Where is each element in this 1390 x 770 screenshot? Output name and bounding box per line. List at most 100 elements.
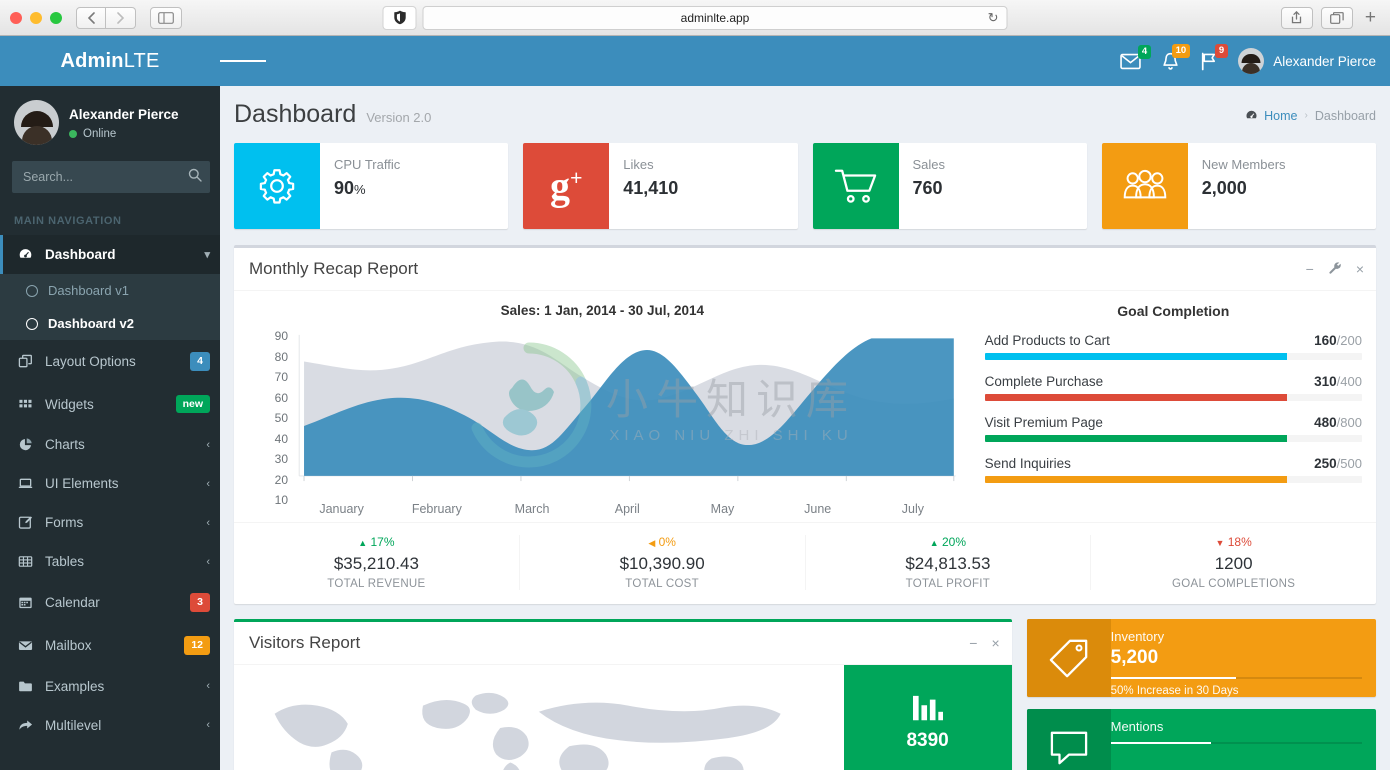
sidebar-item-charts[interactable]: Charts ‹ — [0, 425, 220, 464]
sidebar-item-widgets[interactable]: Widgets new — [0, 383, 220, 426]
stat-value: $24,813.53 — [812, 554, 1085, 574]
box-tools: − × — [1306, 261, 1364, 278]
notifications-badge: 10 — [1172, 44, 1191, 58]
user-menu[interactable]: Alexander Pierce — [1238, 48, 1376, 74]
goal-value: 160 — [1314, 333, 1337, 348]
stat-value: $10,390.90 — [526, 554, 799, 574]
goal-item: Visit Premium Page480/800 — [985, 415, 1362, 442]
laptop-icon — [17, 476, 34, 491]
back-button[interactable] — [76, 7, 106, 29]
world-map[interactable] — [234, 665, 844, 770]
app-logo[interactable]: AdminLTE — [0, 36, 220, 86]
reload-icon[interactable]: ↻ — [988, 10, 999, 26]
sidebar-item-calendar[interactable]: Calendar 3 — [0, 581, 220, 624]
edit-icon — [17, 515, 34, 530]
new-tab-button[interactable]: + — [1361, 7, 1380, 29]
sidebar-user-name: Alexander Pierce — [69, 105, 179, 125]
url-input[interactable]: adminlte.app ↻ — [423, 6, 1008, 30]
chevron-left-icon: ‹ — [206, 556, 210, 568]
stat-value: $35,210.43 — [240, 554, 513, 574]
logo-light-text: LTE — [124, 50, 160, 73]
sidebar-user-panel[interactable]: Alexander Pierce Online — [0, 86, 220, 159]
stat-cell: ▲ 17%$35,210.43TOTAL REVENUE — [234, 535, 520, 590]
sidebar-item-label: Dashboard — [45, 247, 193, 262]
chevron-left-icon: ‹ — [206, 680, 210, 692]
minimize-window-button[interactable] — [30, 12, 42, 24]
sidebar-badge: 4 — [190, 352, 210, 371]
visitors-stat-number: 8390 — [906, 730, 948, 752]
tabs-icon[interactable] — [1321, 7, 1353, 29]
tasks-menu[interactable]: 9 — [1200, 52, 1218, 71]
sidebar-item-forms[interactable]: Forms ‹ — [0, 503, 220, 542]
chevron-left-icon: ‹ — [206, 517, 210, 529]
goal-completion-panel: Goal Completion Add Products to Cart160/… — [971, 291, 1376, 522]
folder-icon — [17, 679, 34, 694]
chart-y-tick-label: 70 — [275, 370, 288, 384]
sidebar-panel-icon[interactable] — [150, 7, 182, 29]
search-input[interactable] — [12, 161, 210, 193]
sidebar-subitem-dashboard-v1[interactable]: Dashboard v1 — [0, 274, 220, 307]
monthly-recap-header: Monthly Recap Report − × — [234, 248, 1376, 291]
stat-label: TOTAL PROFIT — [812, 578, 1085, 590]
main-content: Dashboard Version 2.0 Home › Dashboard — [220, 86, 1390, 770]
minimize-icon[interactable]: − — [969, 635, 977, 651]
sidebar-item-layout-options[interactable]: Layout Options 4 — [0, 340, 220, 383]
top-navbar: 4 10 9 — [220, 36, 1390, 86]
info-box-text: Sales — [913, 157, 946, 172]
breadcrumb-home[interactable]: Home — [1245, 109, 1297, 123]
sidebar: AdminLTE Alexander Pierce Online — [0, 36, 220, 770]
maximize-window-button[interactable] — [50, 12, 62, 24]
goal-progress-bar — [985, 394, 1362, 401]
sidebar-subitem-dashboard-v2[interactable]: Dashboard v2 — [0, 307, 220, 340]
shield-icon[interactable] — [383, 6, 417, 30]
wrench-icon[interactable] — [1328, 261, 1342, 278]
small-box-label: Inventory — [1111, 629, 1362, 644]
bottom-row: Visitors Report − × — [234, 619, 1376, 770]
forward-button[interactable] — [106, 7, 136, 29]
messages-menu[interactable]: 4 — [1120, 53, 1141, 70]
sidebar-item-ui-elements[interactable]: UI Elements ‹ — [0, 464, 220, 503]
sidebar-badge: 12 — [184, 636, 210, 655]
goal-numbers: 310/400 — [1314, 374, 1362, 389]
tag-icon — [1027, 619, 1111, 697]
stat-label: TOTAL COST — [526, 578, 799, 590]
close-icon[interactable]: × — [1356, 261, 1364, 277]
circle-icon — [26, 285, 38, 297]
sidebar-item-multilevel[interactable]: Multilevel ‹ — [0, 706, 220, 745]
tasks-badge: 9 — [1215, 44, 1228, 58]
notifications-menu[interactable]: 10 — [1161, 52, 1180, 71]
gear-icon — [234, 143, 320, 229]
share-icon[interactable] — [1281, 7, 1313, 29]
google-plus-icon: g+ — [523, 143, 609, 229]
hamburger-icon[interactable] — [220, 36, 266, 86]
sidebar-item-mailbox[interactable]: Mailbox 12 — [0, 624, 220, 667]
sidebar-badge: new — [176, 395, 210, 414]
small-box-progress — [1111, 677, 1362, 679]
info-box-cpu-traffic[interactable]: CPU Traffic 90% — [234, 143, 508, 229]
table-icon — [17, 554, 34, 569]
content-header: Dashboard Version 2.0 Home › Dashboard — [234, 98, 1376, 143]
small-box-mentions[interactable]: Mentions — [1027, 709, 1376, 770]
sidebar-subitem-label: Dashboard v2 — [48, 316, 134, 331]
small-box-inventory[interactable]: Inventory 5,200 50% Increase in 30 Days — [1027, 619, 1376, 697]
stat-arrow-icon: ◀ — [648, 538, 655, 548]
content-wrapper: 4 10 9 — [220, 36, 1390, 770]
info-box-sales[interactable]: Sales 760 — [813, 143, 1087, 229]
sidebar-item-tables[interactable]: Tables ‹ — [0, 542, 220, 581]
close-window-button[interactable] — [10, 12, 22, 24]
breadcrumb: Home › Dashboard — [1245, 109, 1376, 123]
info-box-new-members[interactable]: New Members 2,000 — [1102, 143, 1376, 229]
chart-title: Sales: 1 Jan, 2014 - 30 Jul, 2014 — [244, 303, 961, 318]
goal-total: /500 — [1337, 456, 1362, 471]
info-box-text: New Members — [1202, 157, 1286, 172]
minimize-icon[interactable]: − — [1306, 261, 1314, 277]
chart-x-tick-label: January — [294, 502, 389, 516]
close-icon[interactable]: × — [991, 635, 999, 651]
small-box-description: 50% Increase in 30 Days — [1111, 685, 1362, 697]
shopping-cart-icon — [813, 143, 899, 229]
sidebar-item-dashboard[interactable]: Dashboard ▾ — [0, 235, 220, 274]
search-icon[interactable] — [188, 168, 202, 185]
sidebar-item-examples[interactable]: Examples ‹ — [0, 667, 220, 706]
info-box-number: 760 — [913, 178, 943, 198]
info-box-likes[interactable]: g+ Likes 41,410 — [523, 143, 797, 229]
